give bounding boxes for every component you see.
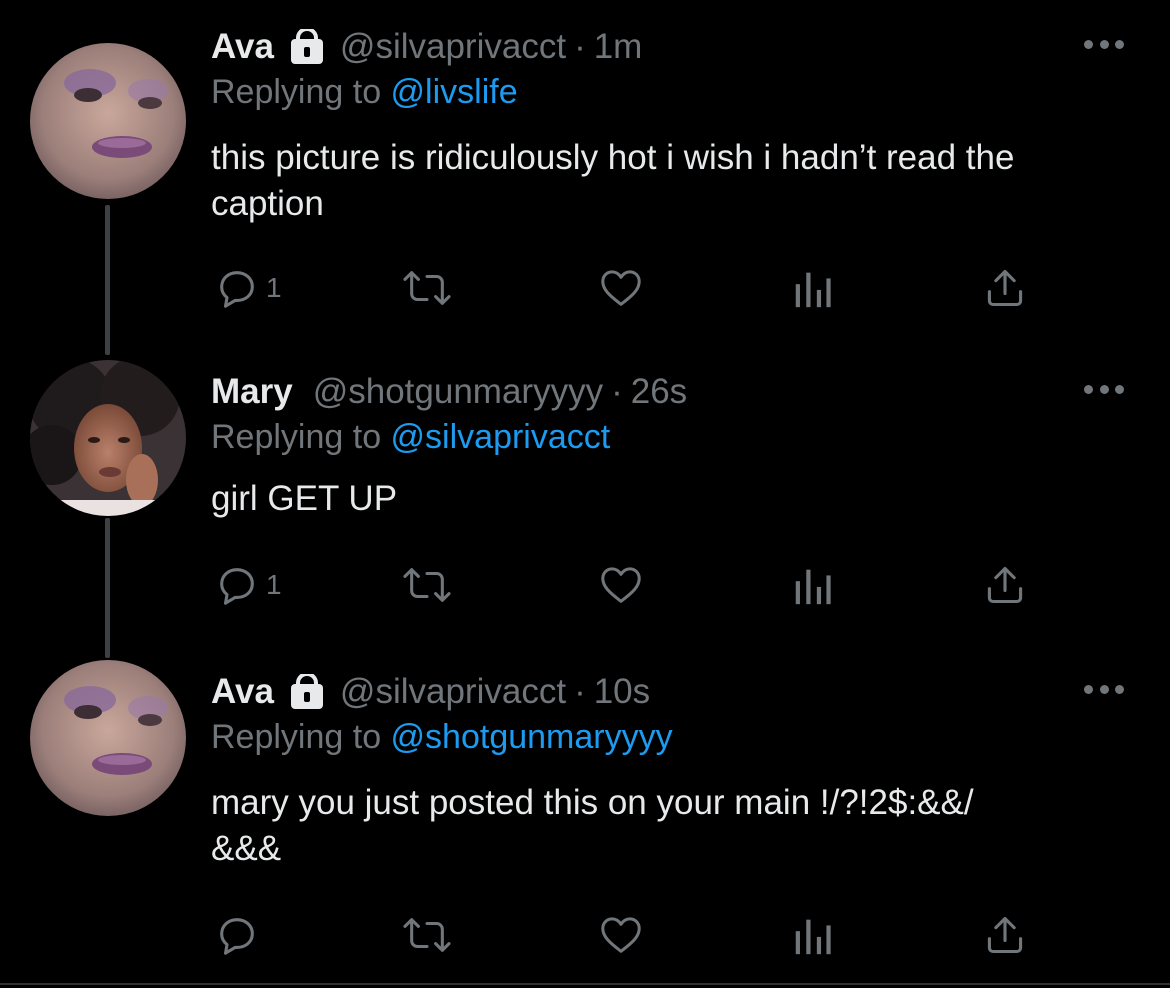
like-icon (601, 567, 641, 603)
more-icon[interactable] (1084, 29, 1124, 59)
tweet-text-line: &&& (211, 829, 282, 868)
replying-mention[interactable]: @livslife (391, 73, 518, 111)
retweet-icon (403, 568, 451, 602)
share-icon (987, 916, 1023, 954)
reply-count: 1 (266, 569, 282, 600)
tweet-header: Ava @silvaprivacct · 10s (211, 670, 650, 714)
like-icon (601, 917, 641, 953)
share-icon (987, 269, 1023, 307)
tweet-text: this picture is ridiculously hot i wish … (211, 138, 1015, 223)
replying-to: Replying to @silvaprivacct (211, 418, 610, 457)
tweet-header: Ava @silvaprivacct · 1m (211, 25, 642, 69)
user-handle[interactable]: @silvaprivacct (340, 27, 566, 67)
separator: · (574, 672, 586, 711)
analytics-icon (795, 272, 831, 308)
tweet-text: girl GET UP (211, 479, 398, 518)
like-button[interactable] (598, 263, 644, 313)
tweet-text-line: mary you just posted this on your main !… (211, 783, 974, 822)
tweet-header: Mary @shotgunmaryyyy · 26s (211, 370, 687, 414)
share-button[interactable] (983, 560, 1027, 610)
user-handle[interactable]: @silvaprivacct (340, 672, 566, 712)
share-button[interactable] (983, 263, 1027, 313)
replying-prefix: Replying to (211, 73, 391, 111)
tweet-text: mary you just posted this on your main !… (211, 780, 1111, 872)
divider (0, 983, 1170, 985)
reply-button[interactable]: 1 (214, 560, 282, 610)
like-button[interactable] (598, 910, 644, 960)
timestamp[interactable]: 1m (594, 27, 643, 67)
replying-mention[interactable]: @shotgunmaryyyy (391, 718, 673, 756)
avatar[interactable] (30, 360, 186, 516)
share-button[interactable] (983, 910, 1027, 960)
avatar[interactable] (30, 43, 186, 199)
display-name[interactable]: Ava (211, 27, 274, 67)
display-name[interactable]: Ava (211, 672, 274, 712)
analytics-icon (795, 569, 831, 605)
replying-prefix: Replying to (211, 718, 391, 756)
replying-to: Replying to @livslife (211, 73, 518, 112)
timestamp[interactable]: 10s (594, 672, 650, 712)
reply-count: 1 (266, 272, 282, 303)
more-icon[interactable] (1084, 374, 1124, 404)
lock-icon (290, 29, 324, 65)
retweet-button[interactable] (402, 910, 452, 960)
analytics-button[interactable] (793, 910, 833, 960)
action-bar: 1 (0, 263, 1170, 313)
analytics-button[interactable] (793, 560, 833, 610)
separator: · (574, 27, 586, 66)
retweet-icon (403, 918, 451, 952)
lock-icon (290, 674, 324, 710)
display-name[interactable]: Mary (211, 372, 293, 412)
analytics-button[interactable] (793, 263, 833, 313)
reply-button[interactable]: 1 (214, 263, 282, 313)
retweet-button[interactable] (402, 560, 452, 610)
more-icon[interactable] (1084, 674, 1124, 704)
avatar[interactable] (30, 660, 186, 816)
retweet-icon (403, 271, 451, 305)
share-icon (987, 566, 1023, 604)
action-bar: 1 (0, 560, 1170, 610)
retweet-button[interactable] (402, 263, 452, 313)
reply-icon (220, 568, 254, 605)
reply-button[interactable] (214, 910, 266, 960)
replying-prefix: Replying to (211, 418, 391, 456)
analytics-icon (795, 919, 831, 955)
user-handle[interactable]: @shotgunmaryyyy (313, 372, 603, 412)
replying-to: Replying to @shotgunmaryyyy (211, 718, 673, 757)
separator: · (611, 372, 623, 411)
reply-icon (220, 918, 254, 955)
replying-mention[interactable]: @silvaprivacct (391, 418, 611, 456)
action-bar (0, 910, 1170, 960)
like-button[interactable] (598, 560, 644, 610)
like-icon (601, 270, 641, 306)
reply-icon (220, 271, 254, 308)
timestamp[interactable]: 26s (631, 372, 687, 412)
